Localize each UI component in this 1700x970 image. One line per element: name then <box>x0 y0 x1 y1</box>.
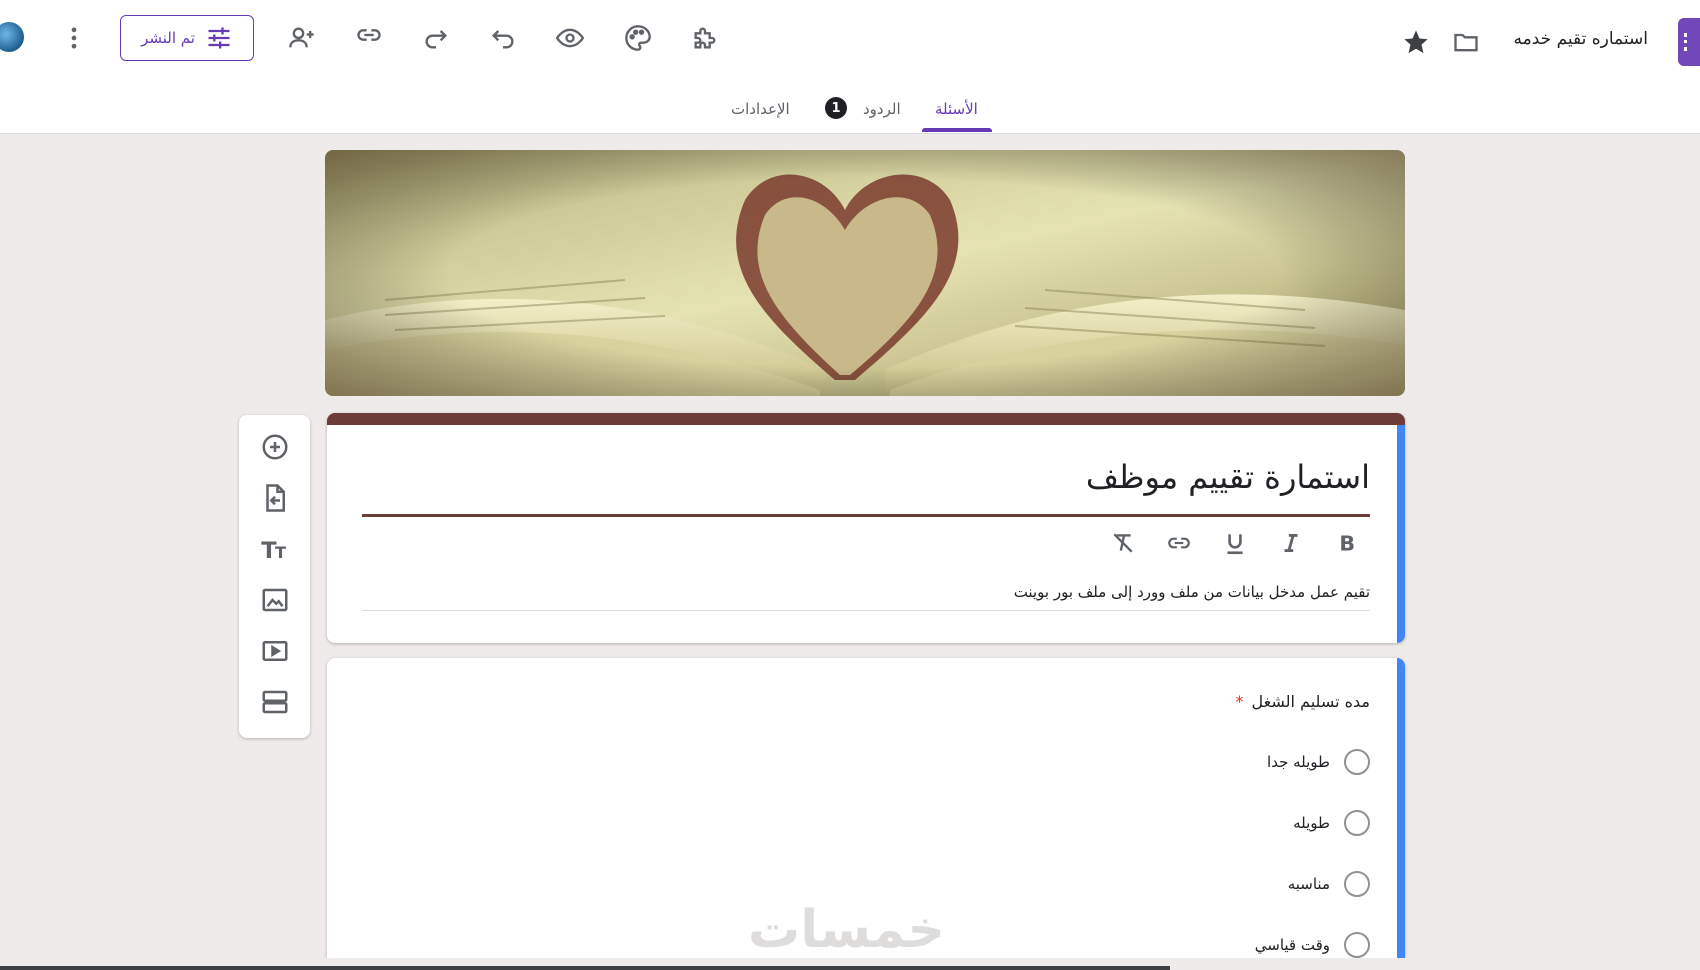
tab-settings[interactable]: الإعدادات <box>731 100 790 118</box>
svg-text:T: T <box>275 543 286 562</box>
underline-icon[interactable] <box>1217 525 1253 561</box>
tab-responses[interactable]: الردود <box>863 100 901 118</box>
italic-icon[interactable] <box>1273 525 1309 561</box>
responses-count-badge: 1 <box>825 97 847 119</box>
add-video-icon[interactable] <box>253 629 297 673</box>
required-asterisk: * <box>1235 692 1244 711</box>
form-header-image <box>325 150 1405 396</box>
add-question-icon[interactable] <box>253 425 297 469</box>
forms-logo-icon[interactable] <box>1678 18 1700 66</box>
insert-link-icon[interactable] <box>1161 525 1197 561</box>
svg-text:B: B <box>1339 532 1355 556</box>
publish-button[interactable]: تم النشر <box>120 15 254 61</box>
theme-color-band <box>327 413 1405 425</box>
bold-icon[interactable]: B <box>1329 525 1365 561</box>
form-title-card[interactable]: استمارة تقييم موظف B تقيم عمل مدخل بيانا… <box>327 413 1405 643</box>
question-title[interactable]: مده تسليم الشغل * <box>1236 692 1370 711</box>
option-item[interactable]: طويله <box>1293 809 1370 837</box>
title-underline <box>362 514 1370 517</box>
form-title[interactable]: استمارة تقييم موظف <box>1086 458 1370 496</box>
star-icon[interactable] <box>1394 20 1438 64</box>
top-app-bar: تم النشر استماره تقيم خدمه <box>0 0 1700 86</box>
add-image-icon[interactable] <box>253 578 297 622</box>
form-description[interactable]: تقيم عمل مدخل بيانات من ملف وورد إلى ملف… <box>1014 583 1370 601</box>
add-title-icon[interactable]: TT <box>253 527 297 571</box>
addons-puzzle-icon[interactable] <box>683 16 727 60</box>
option-label: مناسبه <box>1287 875 1330 893</box>
radio-button[interactable] <box>1344 871 1370 897</box>
move-folder-icon[interactable] <box>1444 20 1488 64</box>
link-icon[interactable] <box>347 13 391 57</box>
option-label: طويله جدا <box>1267 753 1330 771</box>
floating-side-toolbar: TT <box>239 415 310 738</box>
bottom-divider <box>0 966 1170 970</box>
question-title-text: مده تسليم الشغل <box>1251 692 1370 711</box>
undo-icon[interactable] <box>481 16 525 60</box>
clear-format-icon[interactable] <box>1105 525 1141 561</box>
publish-label: تم النشر <box>141 29 195 47</box>
question-card-indicator <box>1397 658 1405 958</box>
option-item[interactable]: وقت قياسي <box>1255 931 1370 958</box>
publish-settings-icon <box>208 27 230 49</box>
redo-icon[interactable] <box>414 16 458 60</box>
watermark-logo: خمسات <box>748 900 946 960</box>
preview-eye-icon[interactable] <box>548 16 592 60</box>
import-questions-icon[interactable] <box>253 476 297 520</box>
radio-button[interactable] <box>1344 749 1370 775</box>
radio-button[interactable] <box>1344 810 1370 836</box>
option-item[interactable]: طويله جدا <box>1267 748 1370 776</box>
radio-button[interactable] <box>1344 932 1370 958</box>
account-avatar[interactable] <box>0 22 24 52</box>
tab-questions[interactable]: الأسئلة <box>935 100 978 118</box>
option-item[interactable]: مناسبه <box>1288 870 1370 898</box>
document-title[interactable]: استماره تقيم خدمه <box>1514 29 1648 49</box>
add-collaborator-icon[interactable] <box>280 16 324 60</box>
option-label: وقت قياسي <box>1254 936 1330 954</box>
active-card-indicator <box>1397 425 1405 643</box>
option-label: طويله <box>1293 814 1330 832</box>
palette-icon[interactable] <box>616 16 660 60</box>
more-options-icon[interactable] <box>52 16 96 60</box>
tabs-bar <box>0 86 1700 134</box>
active-tab-indicator <box>922 128 992 132</box>
add-section-icon[interactable] <box>253 680 297 724</box>
description-underline <box>362 610 1370 611</box>
